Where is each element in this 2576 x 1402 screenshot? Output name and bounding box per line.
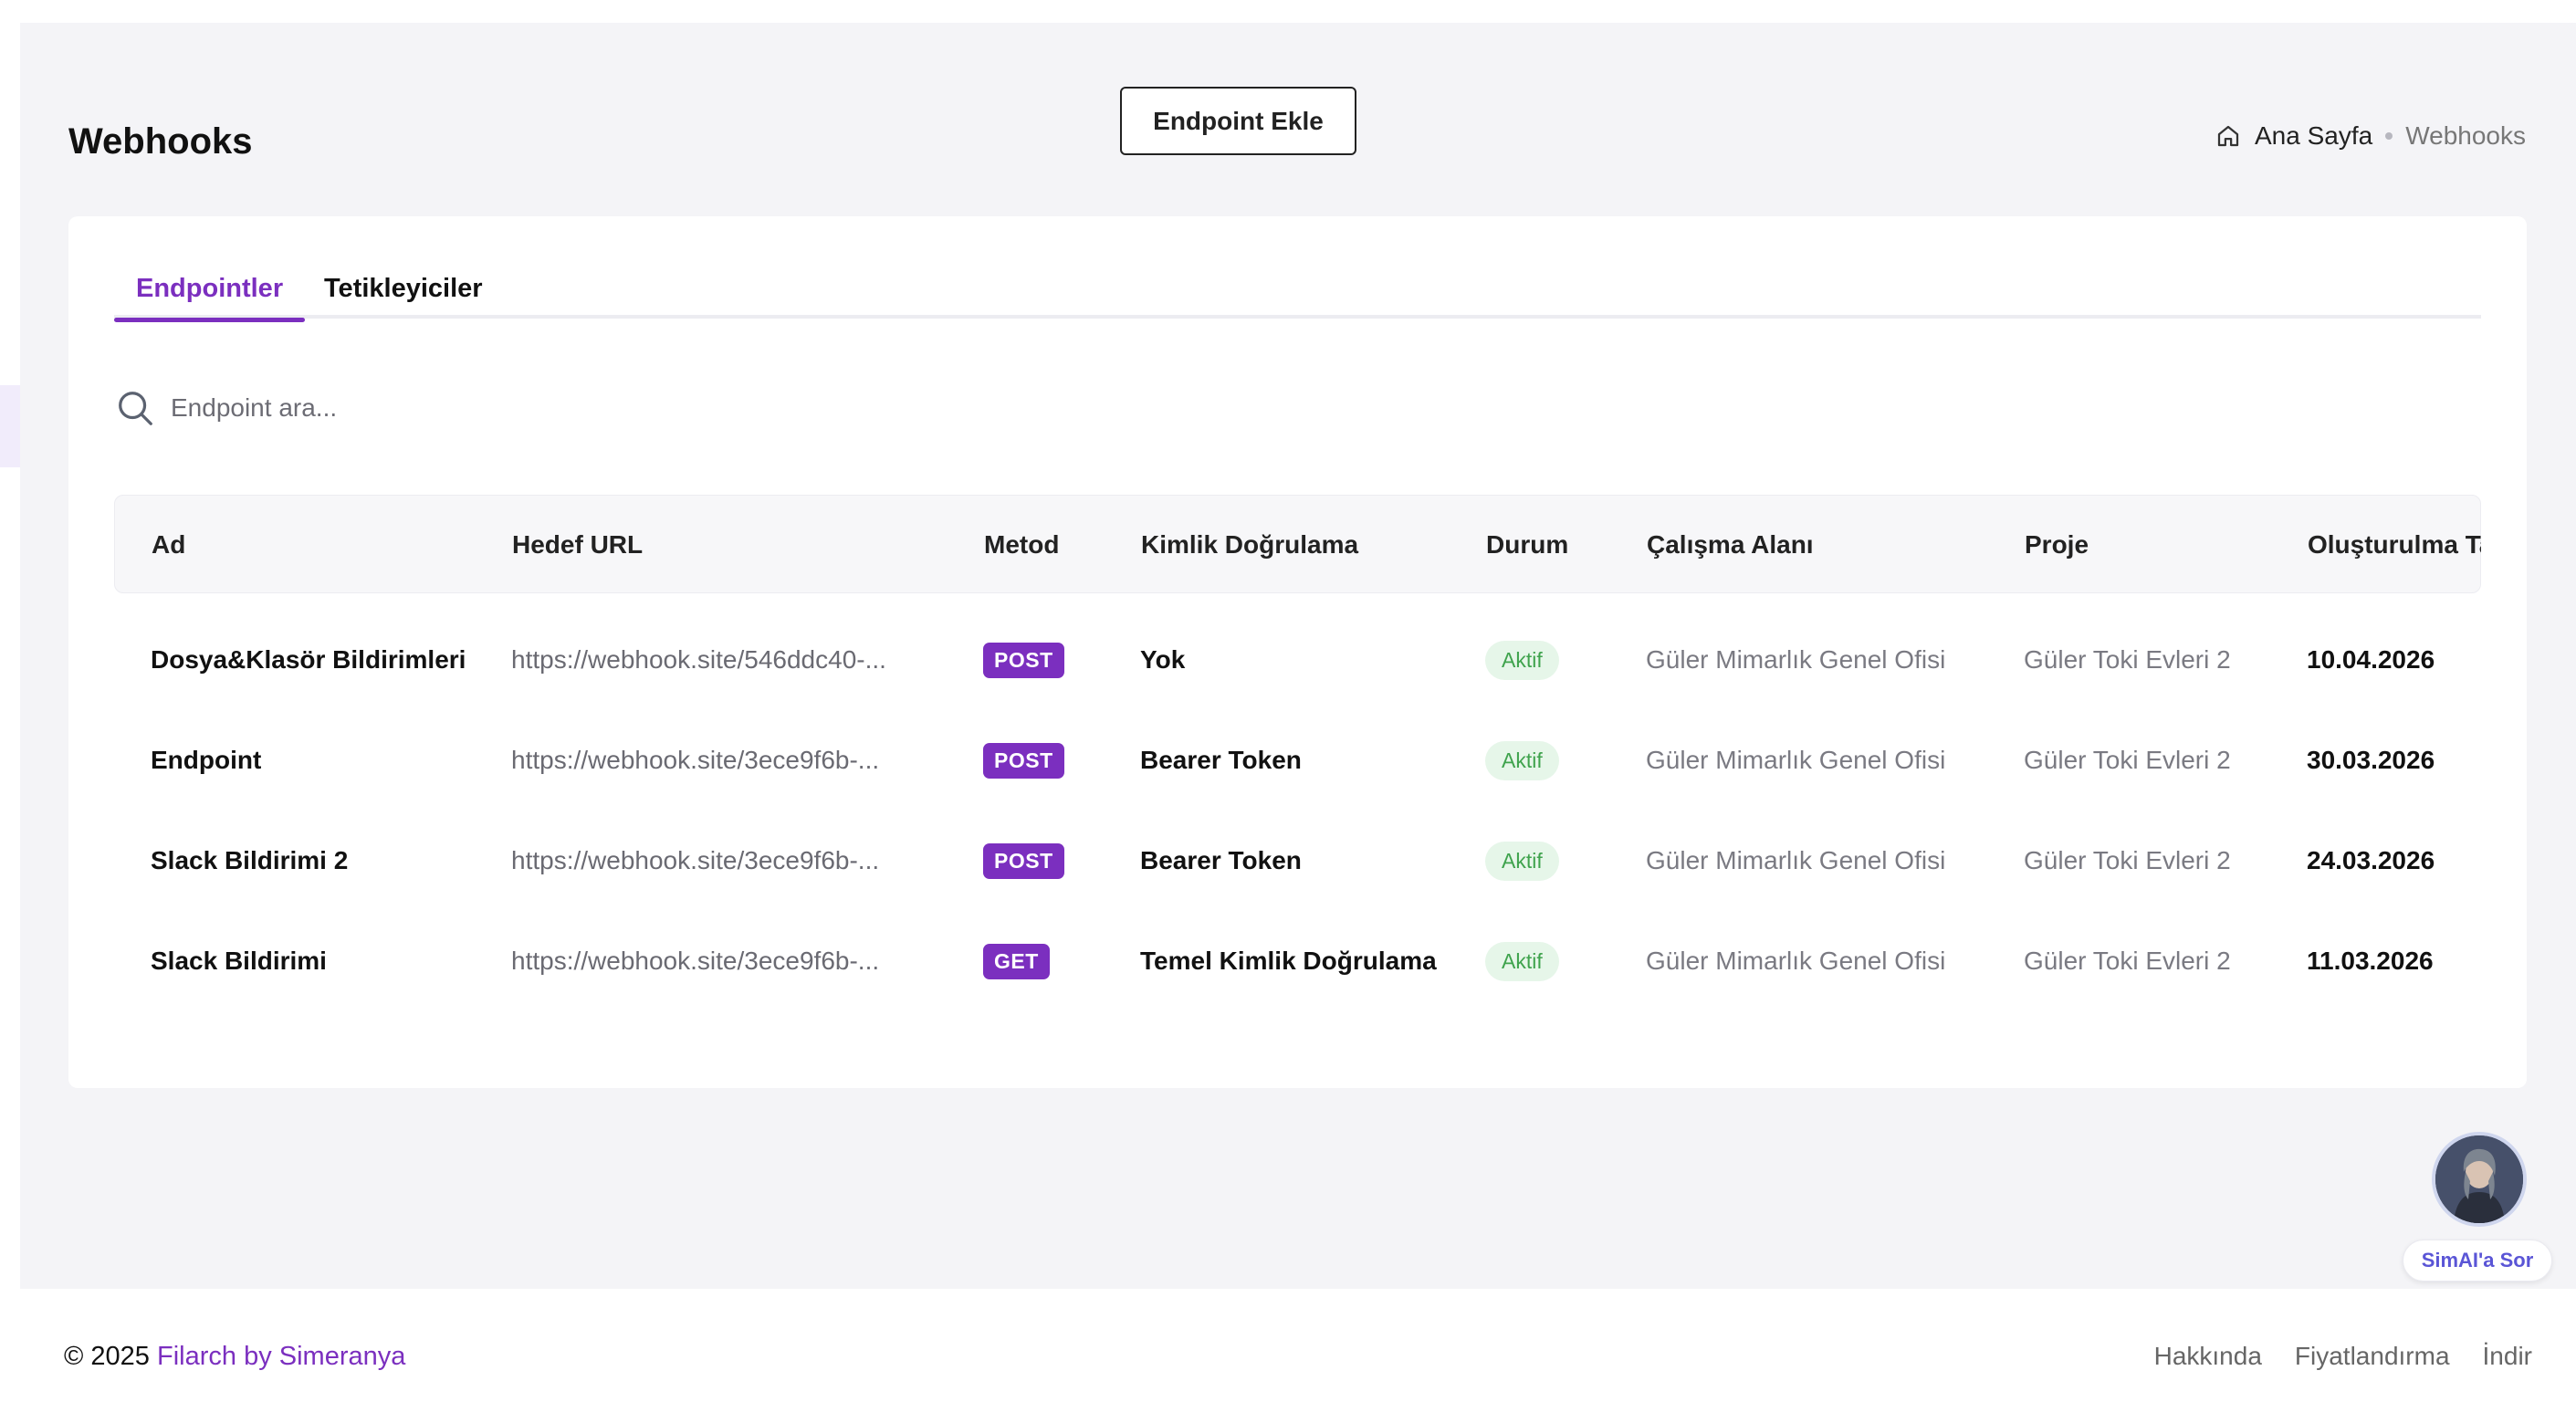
page-title: Webhooks xyxy=(68,121,253,162)
footer-links: Hakkında Fiyatlandırma İndir xyxy=(2154,1342,2532,1371)
cell-workspace: Güler Mimarlık Genel Ofisi xyxy=(1646,846,1946,874)
method-badge: POST xyxy=(983,742,1064,779)
column-header-url[interactable]: Hedef URL xyxy=(512,496,643,594)
cell-method: POST xyxy=(983,811,1064,911)
tab-bar: Endpointler Tetikleyiciler xyxy=(114,258,2481,322)
assistant-avatar[interactable] xyxy=(2432,1132,2527,1227)
cell-url: https://webhook.site/3ece9f6b-... xyxy=(511,746,880,774)
home-icon[interactable] xyxy=(2215,122,2242,150)
cell-workspace: Güler Mimarlık Genel Ofisi xyxy=(1646,645,1946,674)
method-badge: GET xyxy=(983,943,1050,979)
copyright: © 2025 Filarch by Simeranya xyxy=(64,1342,405,1372)
footer-link-download[interactable]: İndir xyxy=(2483,1342,2532,1371)
cell-auth: Yok xyxy=(1140,645,1186,674)
search-icon xyxy=(114,387,156,429)
table-row[interactable]: Endpoint https://webhook.site/3ece9f6b-.… xyxy=(114,710,2481,811)
tab-endpoints[interactable]: Endpointler xyxy=(114,258,306,322)
cell-status: Aktif xyxy=(1485,710,1559,811)
status-badge: Aktif xyxy=(1485,740,1559,780)
breadcrumb-current: Webhooks xyxy=(2405,121,2526,150)
cell-method: POST xyxy=(983,710,1064,811)
cell-created: 30.03.2026 xyxy=(2307,746,2435,774)
footer-link-pricing[interactable]: Fiyatlandırma xyxy=(2295,1342,2450,1371)
cell-auth: Bearer Token xyxy=(1140,846,1302,874)
breadcrumb-separator xyxy=(2385,132,2393,140)
webhooks-card: Endpointler Tetikleyiciler Ad Hedef URL … xyxy=(68,216,2527,1088)
cell-name: Slack Bildirimi 2 xyxy=(151,846,349,874)
breadcrumb: Ana Sayfa Webhooks xyxy=(2215,121,2526,151)
search-input[interactable] xyxy=(171,393,901,423)
add-endpoint-button[interactable]: Endpoint Ekle xyxy=(1120,87,1356,155)
top-strip xyxy=(0,0,2576,23)
footer-link-about[interactable]: Hakkında xyxy=(2154,1342,2262,1371)
status-badge: Aktif xyxy=(1485,640,1559,680)
tab-triggers[interactable]: Tetikleyiciler xyxy=(302,258,505,319)
page-header: Webhooks Endpoint Ekle Ana Sayfa Webhook… xyxy=(20,23,2576,214)
cell-method: GET xyxy=(983,911,1050,1006)
footer: © 2025 Filarch by Simeranya Hakkında Fiy… xyxy=(20,1289,2576,1402)
column-header-status[interactable]: Durum xyxy=(1486,496,1568,594)
table-row[interactable]: Slack Bildirimi https://webhook.site/3ec… xyxy=(114,911,2481,1006)
main-content: Webhooks Endpoint Ekle Ana Sayfa Webhook… xyxy=(20,23,2576,1289)
cell-project: Güler Toki Evleri 2 xyxy=(2024,746,2231,774)
column-header-name[interactable]: Ad xyxy=(152,496,185,594)
assistant-widget: SimAI'a Sor xyxy=(2403,1132,2558,1287)
cell-url: https://webhook.site/3ece9f6b-... xyxy=(511,846,880,874)
column-header-created[interactable]: Oluşturulma Tar xyxy=(2308,496,2481,594)
cell-project: Güler Toki Evleri 2 xyxy=(2024,645,2231,674)
cell-project: Güler Toki Evleri 2 xyxy=(2024,947,2231,975)
cell-workspace: Güler Mimarlık Genel Ofisi xyxy=(1646,947,1946,975)
left-rail xyxy=(0,0,20,1402)
column-header-project[interactable]: Proje xyxy=(2025,496,2089,594)
table-row[interactable]: Dosya&Klasör Bildirimleri https://webhoo… xyxy=(114,610,2481,710)
column-header-method[interactable]: Metod xyxy=(984,496,1059,594)
cell-name: Dosya&Klasör Bildirimleri xyxy=(151,645,466,674)
cell-workspace: Güler Mimarlık Genel Ofisi xyxy=(1646,746,1946,774)
cell-auth: Temel Kimlik Doğrulama xyxy=(1140,947,1437,975)
cell-url: https://webhook.site/3ece9f6b-... xyxy=(511,947,880,975)
cell-name: Endpoint xyxy=(151,746,262,774)
column-header-workspace[interactable]: Çalışma Alanı xyxy=(1647,496,1814,594)
brand-link[interactable]: Filarch by Simeranya xyxy=(157,1342,405,1371)
cell-status: Aktif xyxy=(1485,610,1559,710)
search-bar xyxy=(114,376,936,440)
cell-project: Güler Toki Evleri 2 xyxy=(2024,846,2231,874)
cell-status: Aktif xyxy=(1485,911,1559,1006)
left-rail-indicator[interactable] xyxy=(0,385,20,467)
endpoints-table: Ad Hedef URL Metod Kimlik Doğrulama Duru… xyxy=(114,495,2481,1006)
cell-name: Slack Bildirimi xyxy=(151,947,327,975)
method-badge: POST xyxy=(983,642,1064,678)
status-badge: Aktif xyxy=(1485,841,1559,881)
cell-created: 11.03.2026 xyxy=(2307,947,2434,975)
cell-status: Aktif xyxy=(1485,811,1559,911)
cell-auth: Bearer Token xyxy=(1140,746,1302,774)
ask-assistant-button[interactable]: SimAI'a Sor xyxy=(2403,1240,2552,1282)
cell-method: POST xyxy=(983,610,1064,710)
copyright-text: © 2025 xyxy=(64,1342,150,1371)
cell-created: 10.04.2026 xyxy=(2307,645,2435,674)
table-row[interactable]: Slack Bildirimi 2 https://webhook.site/3… xyxy=(114,811,2481,911)
table-header: Ad Hedef URL Metod Kimlik Doğrulama Duru… xyxy=(114,495,2481,593)
column-header-auth[interactable]: Kimlik Doğrulama xyxy=(1141,496,1358,594)
method-badge: POST xyxy=(983,842,1064,879)
breadcrumb-home[interactable]: Ana Sayfa xyxy=(2255,121,2372,151)
cell-url: https://webhook.site/546ddc40-... xyxy=(511,645,886,674)
cell-created: 24.03.2026 xyxy=(2307,846,2435,874)
status-badge: Aktif xyxy=(1485,941,1559,981)
